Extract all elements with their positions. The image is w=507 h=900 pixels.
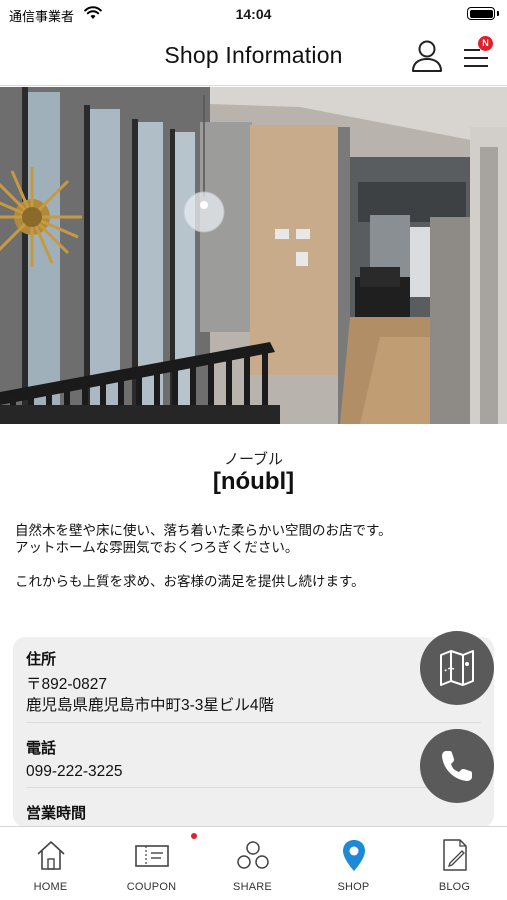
status-time: 14:04 — [235, 6, 272, 22]
nav-header: Shop Information N — [0, 26, 507, 86]
tab-label: COUPON — [126, 881, 177, 893]
tab-home[interactable]: HOME — [0, 827, 101, 900]
phone-label: 電話 — [26, 740, 57, 757]
tab-label: HOME — [33, 881, 68, 893]
tab-share[interactable]: SHARE — [202, 827, 303, 900]
status-bar: 通信事業者 14:04 — [0, 0, 507, 26]
location-pin-icon — [343, 840, 365, 871]
description-line: これからも上質を求め、お客様の満足を提供し続けます。 — [15, 574, 365, 589]
tab-shop[interactable]: SHOP — [303, 827, 404, 900]
bottom-tab-bar: HOME COUPON SHARE SHOP BLOG — [0, 826, 507, 900]
postal-code: 〒892-0827 — [26, 676, 108, 693]
notification-badge: N — [478, 36, 493, 51]
description-line: 自然木を壁や床に使い、落ち着いた柔らかい空間のお店です。 — [15, 523, 392, 538]
battery-tip — [497, 11, 499, 16]
address-text: 鹿児島県鹿児島市中町3-3星ビル4階 — [26, 697, 275, 714]
description-line: アットホームな雰囲気でおくつろぎください。 — [15, 540, 299, 555]
divider — [26, 722, 481, 723]
call-button[interactable] — [420, 729, 494, 803]
shop-name-kana: ノーブル — [223, 451, 284, 468]
tab-label: SHARE — [233, 881, 272, 893]
tab-blog[interactable]: BLOG — [404, 827, 505, 900]
hours-label: 営業時間 — [26, 805, 87, 822]
user-icon[interactable] — [411, 39, 443, 73]
coupon-notification-dot — [191, 833, 197, 839]
shop-description: 自然木を壁や床に使い、落ち着いた柔らかい空間のお店です。 アットホームな雰囲気で… — [15, 522, 495, 590]
map-button[interactable] — [420, 631, 494, 705]
map-icon — [440, 650, 474, 686]
tab-label: BLOG — [438, 881, 471, 893]
phone-icon — [442, 751, 472, 781]
home-icon — [37, 841, 65, 870]
address-section: 住所 〒892-0827 鹿児島県鹿児島市中町3-3星ビル4階 — [26, 648, 481, 716]
tab-coupon[interactable]: COUPON — [101, 827, 202, 900]
tab-label: SHOP — [337, 881, 370, 893]
share-icon — [237, 841, 269, 869]
blog-icon — [443, 839, 467, 871]
coupon-icon — [135, 845, 169, 867]
phone-section: 電話 099-222-3225 — [26, 737, 481, 782]
divider — [26, 787, 481, 788]
hours-section: 営業時間 — [26, 802, 481, 823]
phone-number[interactable]: 099-222-3225 — [26, 761, 481, 782]
battery-icon — [467, 7, 495, 20]
address-label: 住所 — [26, 651, 57, 668]
shop-name: [nóubl] — [212, 468, 295, 495]
shop-interior-photo — [0, 87, 507, 424]
